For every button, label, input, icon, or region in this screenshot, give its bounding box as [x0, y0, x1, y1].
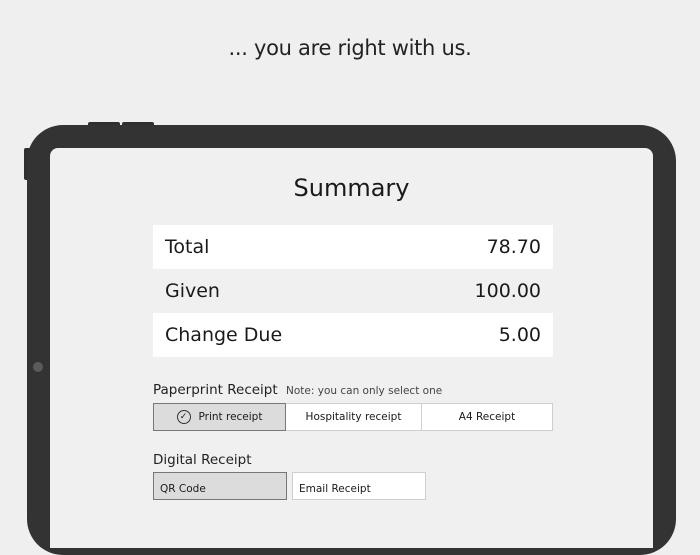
email-receipt-label: Email Receipt	[299, 483, 371, 495]
total-row: Total 78.70	[153, 225, 553, 269]
check-circle-icon: ✓	[176, 410, 191, 424]
a4-receipt-option[interactable]: A4 Receipt	[421, 403, 553, 431]
qr-code-label: QR Code	[160, 483, 206, 495]
email-receipt-option[interactable]: Email Receipt	[292, 472, 426, 500]
tablet-screen: Summary Total 78.70 Given 100.00 Change …	[50, 148, 653, 548]
given-label: Given	[165, 280, 220, 302]
change-due-value: 5.00	[498, 324, 541, 346]
summary-title: Summary	[293, 174, 410, 202]
total-value: 78.70	[486, 236, 541, 258]
total-label: Total	[165, 236, 210, 258]
qr-code-option[interactable]: QR Code	[153, 472, 287, 500]
print-receipt-label: Print receipt	[198, 411, 263, 423]
hospitality-receipt-label: Hospitality receipt	[305, 411, 402, 423]
a4-receipt-label: A4 Receipt	[458, 411, 516, 423]
paperprint-receipt-label: Paperprint Receipt	[153, 382, 278, 398]
paperprint-note: Note: you can only select one	[286, 385, 443, 397]
hospitality-receipt-option[interactable]: Hospitality receipt	[286, 403, 422, 431]
given-value: 100.00	[474, 280, 541, 302]
given-row: Given 100.00	[153, 269, 553, 313]
change-due-row: Change Due 5.00	[153, 313, 553, 357]
tagline: ... you are right with us.	[228, 36, 472, 60]
change-due-label: Change Due	[165, 324, 283, 346]
camera-icon	[33, 362, 43, 372]
digital-receipt-label: Digital Receipt	[153, 452, 252, 468]
print-receipt-option[interactable]: ✓ Print receipt	[153, 403, 286, 431]
